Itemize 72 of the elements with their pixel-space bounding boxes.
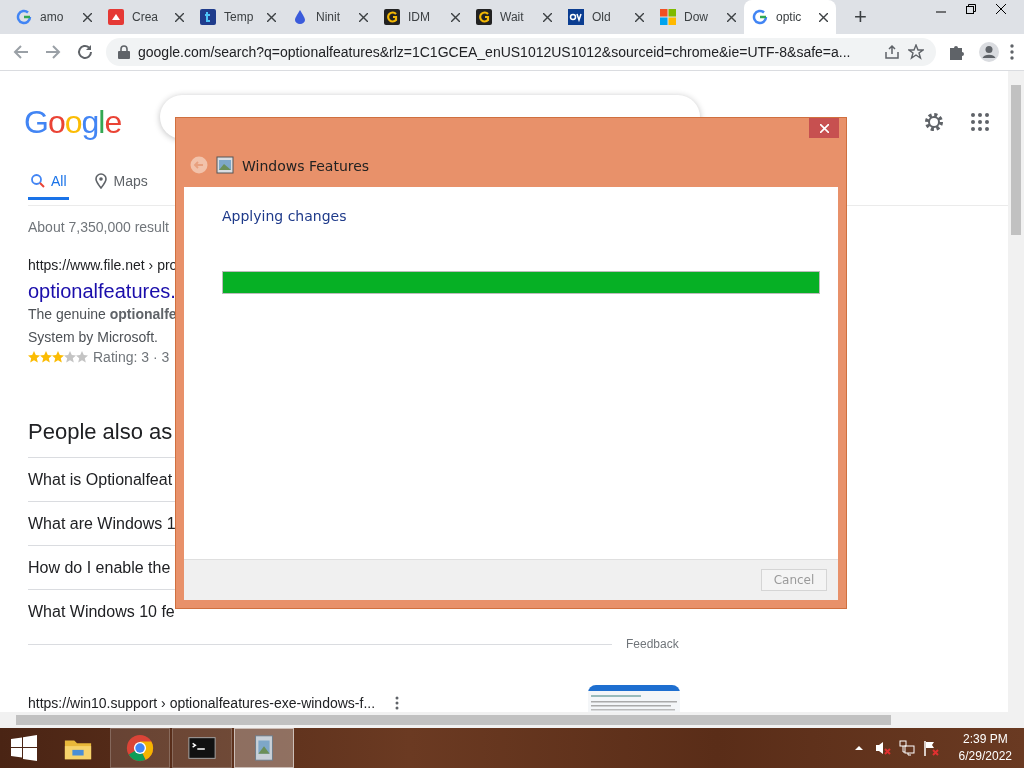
windows-logo-icon <box>11 735 37 761</box>
window-stack-icon <box>216 156 234 174</box>
browser-tab[interactable]: Ninit <box>284 0 376 34</box>
clock-date[interactable]: 6/29/2022 <box>958 748 1012 765</box>
restore-icon[interactable] <box>966 4 976 14</box>
close-icon[interactable] <box>996 4 1006 14</box>
search-icon <box>30 173 46 189</box>
ring-icon <box>384 9 400 25</box>
browser-tab[interactable]: Old <box>560 0 652 34</box>
result-title-link[interactable]: optionalfeatures. <box>28 280 176 303</box>
close-icon[interactable] <box>635 12 644 22</box>
browser-tab[interactable]: IDM <box>376 0 468 34</box>
more-icon[interactable] <box>395 696 400 710</box>
search-tab[interactable]: Maps <box>90 173 150 200</box>
taskbar-app[interactable] <box>110 728 170 768</box>
close-icon[interactable] <box>175 12 184 22</box>
lock-icon <box>118 45 130 59</box>
four-squares-icon <box>660 9 676 25</box>
browser-tab[interactable]: Wait <box>468 0 560 34</box>
close-button[interactable] <box>809 118 839 138</box>
apps-grid-icon[interactable] <box>971 113 989 131</box>
scrollbar-thumb[interactable] <box>1011 85 1021 235</box>
close-icon[interactable] <box>267 12 276 22</box>
question-item[interactable]: What Windows 10 fe <box>28 602 175 621</box>
close-icon[interactable] <box>359 12 368 22</box>
rating-text: Rating: 3 · 3 <box>93 349 170 365</box>
taskbar-app[interactable] <box>172 728 232 768</box>
result-count: About 7,350,000 result <box>28 219 169 235</box>
status-text: Applying changes <box>222 208 347 224</box>
question-item[interactable]: What is Optionalfeat <box>28 470 173 489</box>
search-tab[interactable]: All <box>28 173 69 200</box>
browser-tab[interactable]: amo <box>8 0 100 34</box>
browser-tab[interactable]: optic <box>744 0 836 34</box>
network-icon[interactable] <box>898 740 915 756</box>
browser-tab[interactable]: Crea <box>100 0 192 34</box>
menu-icon[interactable] <box>1010 44 1014 60</box>
dialog-title: Windows Features <box>242 158 370 174</box>
scrollbar-thumb[interactable] <box>16 715 891 725</box>
g-logo-icon <box>752 9 768 25</box>
logo[interactable]: Google <box>24 103 122 141</box>
pin-icon <box>92 173 109 189</box>
result-snippet: System by Microsoft. <box>28 329 158 345</box>
g-logo-icon <box>16 9 32 25</box>
browser-tab[interactable]: Dow <box>652 0 744 34</box>
question-item[interactable]: How do I enable the <box>28 558 171 577</box>
chrome-icon <box>125 733 155 763</box>
flag-icon[interactable] <box>922 740 939 756</box>
close-icon <box>819 123 829 133</box>
new-tab-button[interactable]: + <box>848 4 873 30</box>
share-icon[interactable] <box>884 44 900 60</box>
tile-icon <box>200 9 216 25</box>
section-heading: People also as <box>28 419 173 444</box>
drop-icon <box>292 9 308 25</box>
settings-icon[interactable] <box>923 111 945 133</box>
clock-time[interactable]: 2:39 PM <box>962 731 1008 748</box>
ring-tile-icon <box>568 9 584 25</box>
triangle-tile-icon <box>108 9 124 25</box>
feedback-link[interactable]: Feedback <box>626 637 679 651</box>
close-icon[interactable] <box>451 12 460 22</box>
profile-icon[interactable] <box>978 41 1000 63</box>
close-icon[interactable] <box>819 12 828 22</box>
result-url: https://win10.support › optionalfeatures-exe-windows-f... <box>28 695 376 711</box>
close-icon[interactable] <box>543 12 552 22</box>
question-item[interactable]: What are Windows 1 <box>28 514 176 533</box>
close-icon[interactable] <box>727 12 736 22</box>
close-icon[interactable] <box>83 12 92 22</box>
muted-speaker-icon[interactable] <box>874 740 891 756</box>
result-snippet: The genuine optionalfe <box>28 306 177 322</box>
ring-icon <box>476 9 492 25</box>
address-bar[interactable]: google.com/search?q=optionalfeatures&rlz=1C1GCEA_enUS1012US1012&sourceid=chrome&ie=UTF-8&safe=a... <box>106 38 936 66</box>
browser-tab[interactable]: Temp <box>192 0 284 34</box>
star-icon[interactable] <box>908 44 924 60</box>
